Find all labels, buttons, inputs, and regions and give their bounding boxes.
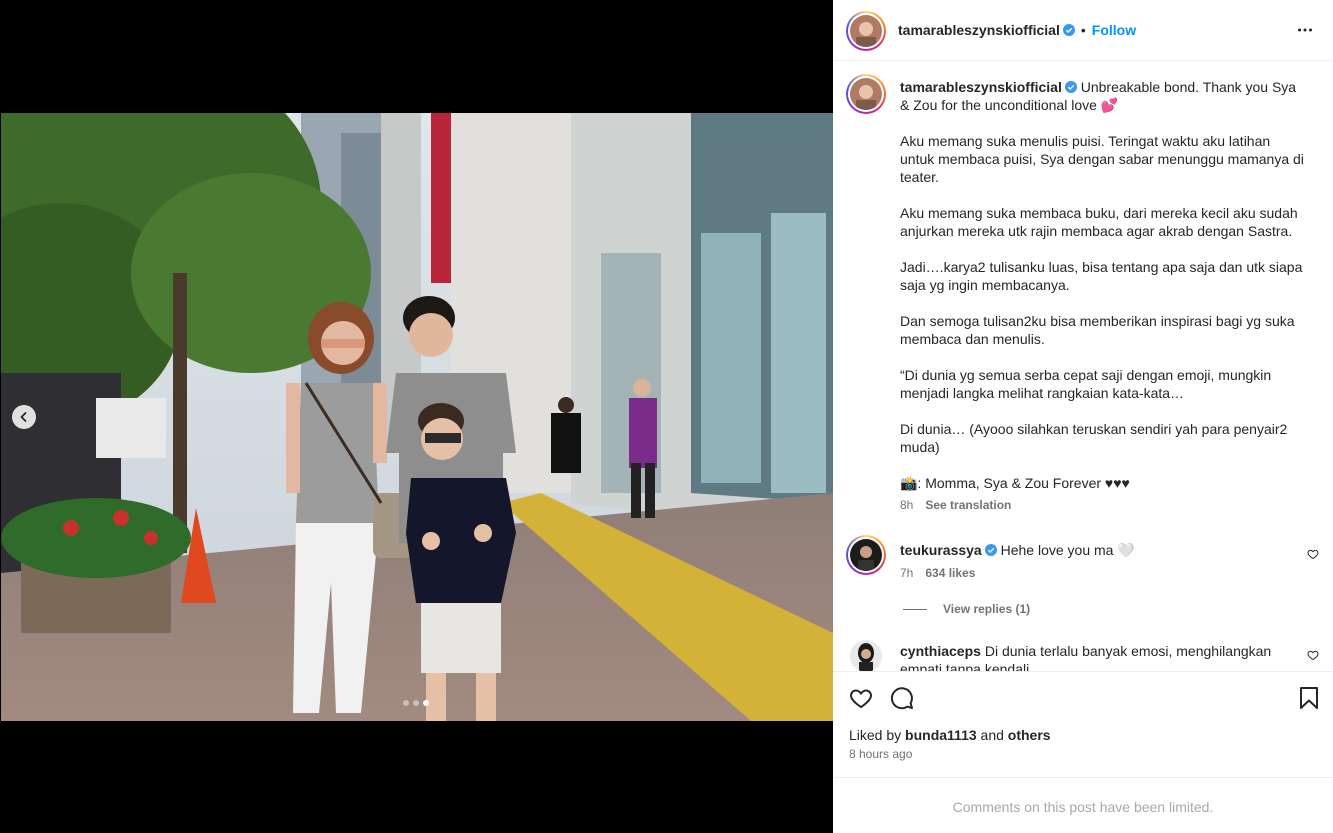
more-options-icon[interactable]: [1297, 22, 1313, 38]
view-replies-button[interactable]: View replies (1): [903, 602, 1030, 616]
caption-paragraph: Aku memang suka membaca buku, dari merek…: [900, 205, 1298, 239]
post-time-ago[interactable]: 8 hours ago: [849, 747, 912, 761]
previous-photo-button[interactable]: [12, 405, 36, 429]
separator-dot: •: [1080, 22, 1086, 38]
caption-meta: 8h See translation: [900, 496, 1305, 514]
comment-icon[interactable]: [890, 686, 914, 710]
caption-username[interactable]: tamarableszynskiofficial: [900, 79, 1062, 95]
carousel-dot-active: [423, 700, 429, 706]
caption-paragraph: Jadi….karya2 tulisanku luas, bisa tentan…: [900, 259, 1303, 293]
carousel-indicator: [403, 700, 429, 706]
verified-icon: [1062, 24, 1075, 36]
post-media: [0, 0, 833, 833]
comments-list[interactable]: tamarableszynskiofficial Unbreakable bon…: [833, 61, 1333, 671]
liked-by-prefix: Liked by: [849, 727, 902, 743]
commenter-username[interactable]: cynthiaceps: [900, 643, 981, 659]
verified-icon: [1064, 81, 1077, 93]
post-actions: Liked by bunda1113 and others 8 hours ag…: [833, 671, 1333, 778]
comment-text: teukurassya Hehe love you ma 🤍: [900, 541, 1300, 559]
comment-time[interactable]: 7h: [900, 566, 913, 580]
liked-by: Liked by bunda1113 and others: [849, 727, 1051, 743]
heart-icon[interactable]: [1307, 548, 1319, 560]
commenter-username[interactable]: teukurassya: [900, 542, 982, 558]
caption-time[interactable]: 8h: [900, 498, 913, 512]
comments-limited-notice: Comments on this post have been limited.: [952, 799, 1214, 815]
comment-body: Hehe love you ma 🤍: [1000, 542, 1135, 558]
comment-meta: 7h 634 likes: [900, 566, 975, 580]
verified-icon: [984, 544, 997, 556]
chevron-left-icon: [20, 412, 27, 422]
comment-likes[interactable]: 634 likes: [925, 566, 975, 580]
replies-divider-line: [903, 608, 927, 610]
caption-paragraph: “Di dunia yg semua serba cepat saji deng…: [900, 367, 1272, 401]
heart-icon[interactable]: [1307, 649, 1319, 661]
caption-paragraph: Dan semoga tulisan2ku bisa memberikan in…: [900, 313, 1295, 347]
caption-avatar[interactable]: [846, 74, 886, 114]
post-photo[interactable]: [1, 113, 833, 721]
follow-button[interactable]: Follow: [1092, 22, 1136, 38]
see-translation-button[interactable]: See translation: [925, 498, 1011, 512]
carousel-dot: [413, 700, 419, 706]
bookmark-icon[interactable]: [1297, 686, 1321, 710]
caption-text: tamarableszynskiofficial Unbreakable bon…: [900, 78, 1305, 514]
view-replies-label: View replies (1): [943, 602, 1031, 616]
caption-paragraph: Di dunia… (Ayooo silahkan teruskan sendi…: [900, 421, 1288, 455]
liked-by-user[interactable]: bunda1113: [905, 727, 977, 743]
liked-by-others[interactable]: others: [1008, 727, 1051, 743]
like-heart-icon[interactable]: [849, 686, 873, 710]
author-avatar[interactable]: [846, 11, 886, 51]
caption-paragraph: Aku memang suka menulis puisi. Teringat …: [900, 133, 1304, 185]
carousel-dot: [403, 700, 409, 706]
street-photo-illustration: [1, 113, 833, 721]
commenter-avatar[interactable]: [850, 640, 882, 671]
caption-paragraph: 📸: Momma, Sya & Zou Forever ♥♥♥: [900, 475, 1130, 491]
post-side-panel: tamarableszynskiofficial • Follow tamara…: [833, 0, 1333, 833]
liked-by-and: and: [980, 727, 1004, 743]
commenter-avatar[interactable]: [846, 535, 886, 575]
author-username[interactable]: tamarableszynskiofficial: [898, 22, 1060, 38]
post-header: tamarableszynskiofficial • Follow: [833, 0, 1333, 61]
comment-text: cynthiaceps Di dunia terlalu banyak emos…: [900, 642, 1300, 671]
